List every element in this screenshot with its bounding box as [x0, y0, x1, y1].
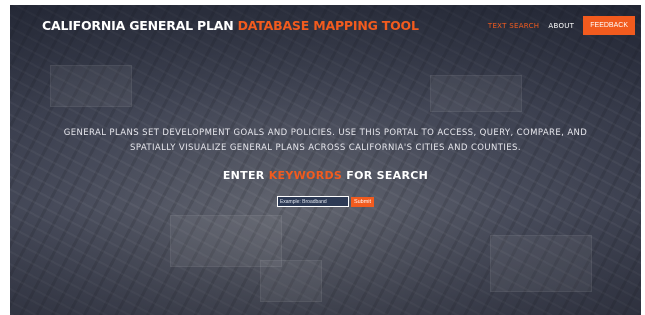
nav-link-text-search[interactable]: TEXT SEARCH — [488, 22, 540, 30]
brand-title-accent: DATABASE MAPPING TOOL — [237, 18, 419, 33]
background-city-block — [50, 65, 132, 107]
search-input[interactable] — [276, 196, 349, 207]
search-heading-suffix: FOR SEARCH — [342, 169, 429, 182]
background-city-block — [260, 260, 322, 302]
nav-links: TEXT SEARCH ABOUT FEEDBACK — [488, 16, 635, 35]
background-city-block — [430, 75, 522, 112]
hero-description: GENERAL PLANS SET DEVELOPMENT GOALS AND … — [63, 128, 588, 153]
navbar: CALIFORNIA GENERAL PLAN DATABASE MAPPING… — [10, 5, 641, 47]
background-city-block — [490, 235, 592, 292]
search-form: Submit — [10, 196, 641, 207]
search-heading: ENTER KEYWORDS FOR SEARCH — [10, 169, 641, 182]
search-heading-prefix: ENTER — [222, 169, 269, 182]
feedback-button[interactable]: FEEDBACK — [583, 16, 635, 35]
hero-background: CALIFORNIA GENERAL PLAN DATABASE MAPPING… — [10, 5, 641, 315]
nav-link-about[interactable]: ABOUT — [548, 22, 574, 30]
search-heading-accent: KEYWORDS — [268, 169, 343, 182]
submit-button[interactable]: Submit — [350, 196, 375, 207]
brand-title-main: CALIFORNIA GENERAL PLAN — [42, 18, 238, 33]
brand-title[interactable]: CALIFORNIA GENERAL PLAN DATABASE MAPPING… — [42, 18, 419, 33]
